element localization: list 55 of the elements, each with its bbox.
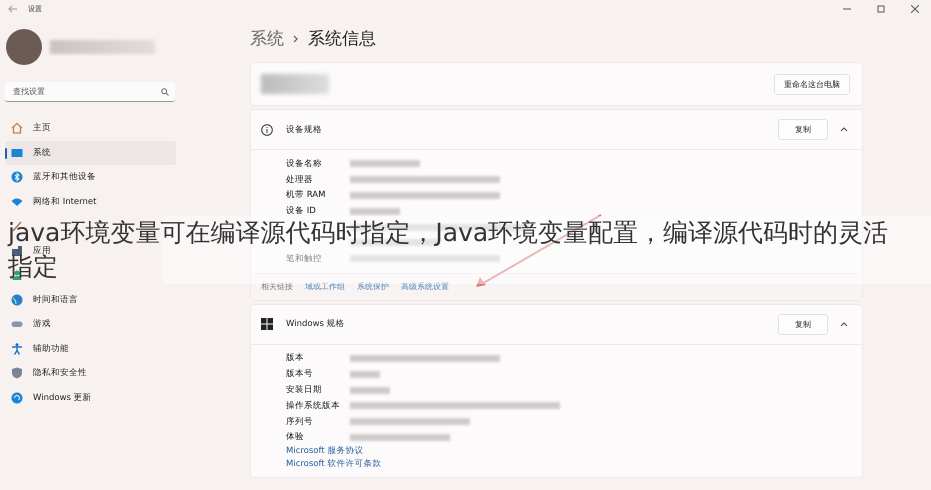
chevron-up-icon[interactable] [840,127,848,132]
spec-label: 版本 [286,352,305,364]
page-title: 系统信息 [308,28,376,50]
section-title: 设备规格 [286,124,322,136]
spec-label: 安装日期 [286,384,323,396]
chevron-up-icon[interactable] [840,322,848,327]
spec-label: 处理器 [286,174,314,186]
search-field[interactable]: 查找设置 [5,82,175,102]
spec-label: 体验 [286,431,305,444]
sidebar-item[interactable]: Windows 更新 [5,386,176,410]
globe-icon [11,294,23,306]
back-arrow-icon[interactable] [8,5,18,13]
copy-button[interactable]: 复制 [778,314,828,335]
sidebar-item[interactable]: 隐私和安全性 [5,361,176,386]
maximize-icon[interactable] [877,5,885,13]
avatar-circle [6,29,42,65]
sidebar-item[interactable]: 系统 [5,140,176,165]
update-icon [11,392,23,404]
sidebar-item[interactable]: 游戏 [5,312,176,336]
accessibility-icon [11,342,23,355]
blurred-device-name [261,74,329,94]
section-title: Windows 规格 [286,318,345,330]
search-input[interactable]: 查找设置 [11,86,161,97]
sidebar-item[interactable]: 网络和 Internet [5,190,176,214]
copy-button[interactable]: 复制 [778,119,828,140]
home-icon [11,122,23,134]
spec-label: 版本号 [286,368,314,380]
info-icon [261,124,273,136]
related-links-label: 相关链接 [261,281,293,292]
wifi-icon [11,196,23,208]
sidebar-item[interactable]: 主页 [5,116,176,140]
spec-label: 机带 RAM [286,189,326,202]
spec-label: 序列号 [286,416,314,428]
sidebar-item[interactable]: 辅助功能 [5,336,176,361]
agreement-link[interactable]: Microsoft 软件许可条款 [286,458,862,472]
chevron-right-icon [293,34,299,42]
spec-label: 设备 ID [286,205,317,218]
sidebar-item[interactable]: 时间和语言 [5,288,176,312]
agreement-link[interactable]: Microsoft 服务协议 [286,445,862,458]
related-link[interactable]: 高级系统设置 [401,281,449,292]
spec-label: 操作系统版本 [286,400,341,412]
monitor-icon [11,146,23,159]
spec-label: 设备名称 [286,158,323,170]
shield-icon [11,367,23,380]
windows-logo-icon [261,318,273,330]
brush-icon[interactable] [11,220,23,232]
search-icon [161,88,169,96]
spec-label: 笔和触控 [286,252,323,265]
sidebar-item[interactable]: 蓝牙和其他设备 [5,165,176,190]
breadcrumb-parent[interactable]: 系统 [250,27,284,50]
related-link[interactable]: 系统保护 [357,281,389,292]
rename-button[interactable]: 重命名这台电脑 [774,74,850,94]
related-link[interactable]: 域或工作组 [305,281,345,292]
bluetooth-icon [11,171,23,184]
close-icon[interactable] [911,5,919,13]
